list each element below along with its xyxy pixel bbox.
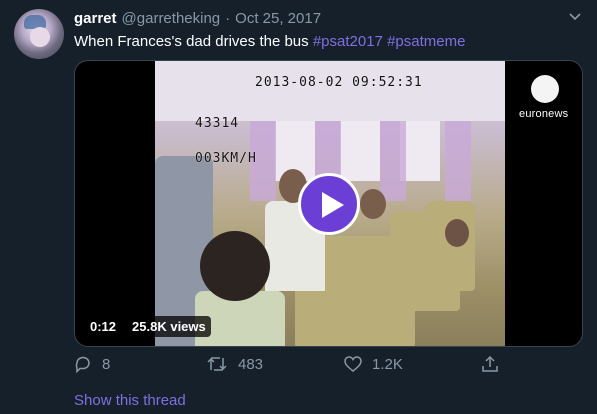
video-views: 25.8K views	[127, 316, 211, 337]
video-osd-timestamp: 2013-08-02 09:52:31	[255, 75, 423, 90]
bus-seat	[425, 201, 475, 291]
girl-head	[200, 231, 270, 301]
avatar[interactable]	[14, 9, 64, 59]
retweet-button[interactable]: 483	[206, 355, 263, 373]
retweet-icon	[207, 357, 227, 371]
heart-icon	[344, 356, 362, 372]
show-thread-link[interactable]: Show this thread	[74, 392, 186, 409]
reply-count: 8	[102, 355, 111, 373]
share-button[interactable]	[481, 355, 509, 373]
play-icon	[322, 192, 344, 218]
hashtag-link[interactable]: #psat2017	[313, 33, 383, 50]
bus-ceiling	[155, 61, 505, 121]
euronews-logo-icon	[531, 75, 559, 103]
video-stats: 0:12 25.8K views	[85, 316, 211, 337]
like-count: 1.2K	[372, 355, 403, 373]
video-osd-speed: 003KM/H	[195, 151, 257, 166]
avatar-face	[30, 27, 50, 47]
share-icon	[482, 355, 498, 372]
bus-window	[340, 121, 380, 181]
passenger-head	[360, 189, 386, 219]
reply-button[interactable]: 8	[74, 355, 110, 373]
bus-curtain	[445, 121, 471, 201]
play-button[interactable]	[298, 173, 360, 235]
video-osd-bus-number: 43314	[195, 116, 240, 131]
reply-icon	[75, 356, 90, 373]
bus-curtain	[380, 121, 406, 201]
video-player[interactable]: 2013-08-02 09:52:31 43314 003KM/H eurone…	[74, 60, 583, 347]
bus-window	[400, 121, 440, 181]
tweet-actions: 8 483 1.2K	[74, 355, 583, 379]
euronews-watermark: euronews	[519, 108, 569, 120]
separator-dot: ·	[225, 10, 231, 27]
chevron-down-icon[interactable]	[568, 10, 582, 24]
like-button[interactable]: 1.2K	[344, 355, 403, 373]
hashtag-link[interactable]: #psatmeme	[387, 33, 465, 50]
tweet-header: garret @garretheking · Oct 25, 2017	[74, 10, 321, 30]
retweet-count: 483	[238, 355, 264, 373]
tweet-date[interactable]: Oct 25, 2017	[235, 10, 321, 27]
tweet-text: When Frances's dad drives the bus #psat2…	[74, 33, 465, 50]
passenger-head	[445, 219, 469, 247]
author-handle[interactable]: @garretheking	[122, 10, 221, 27]
author-name[interactable]: garret	[74, 10, 117, 27]
video-duration: 0:12	[85, 316, 122, 337]
tweet-body: When Frances's dad drives the bus	[74, 33, 313, 50]
